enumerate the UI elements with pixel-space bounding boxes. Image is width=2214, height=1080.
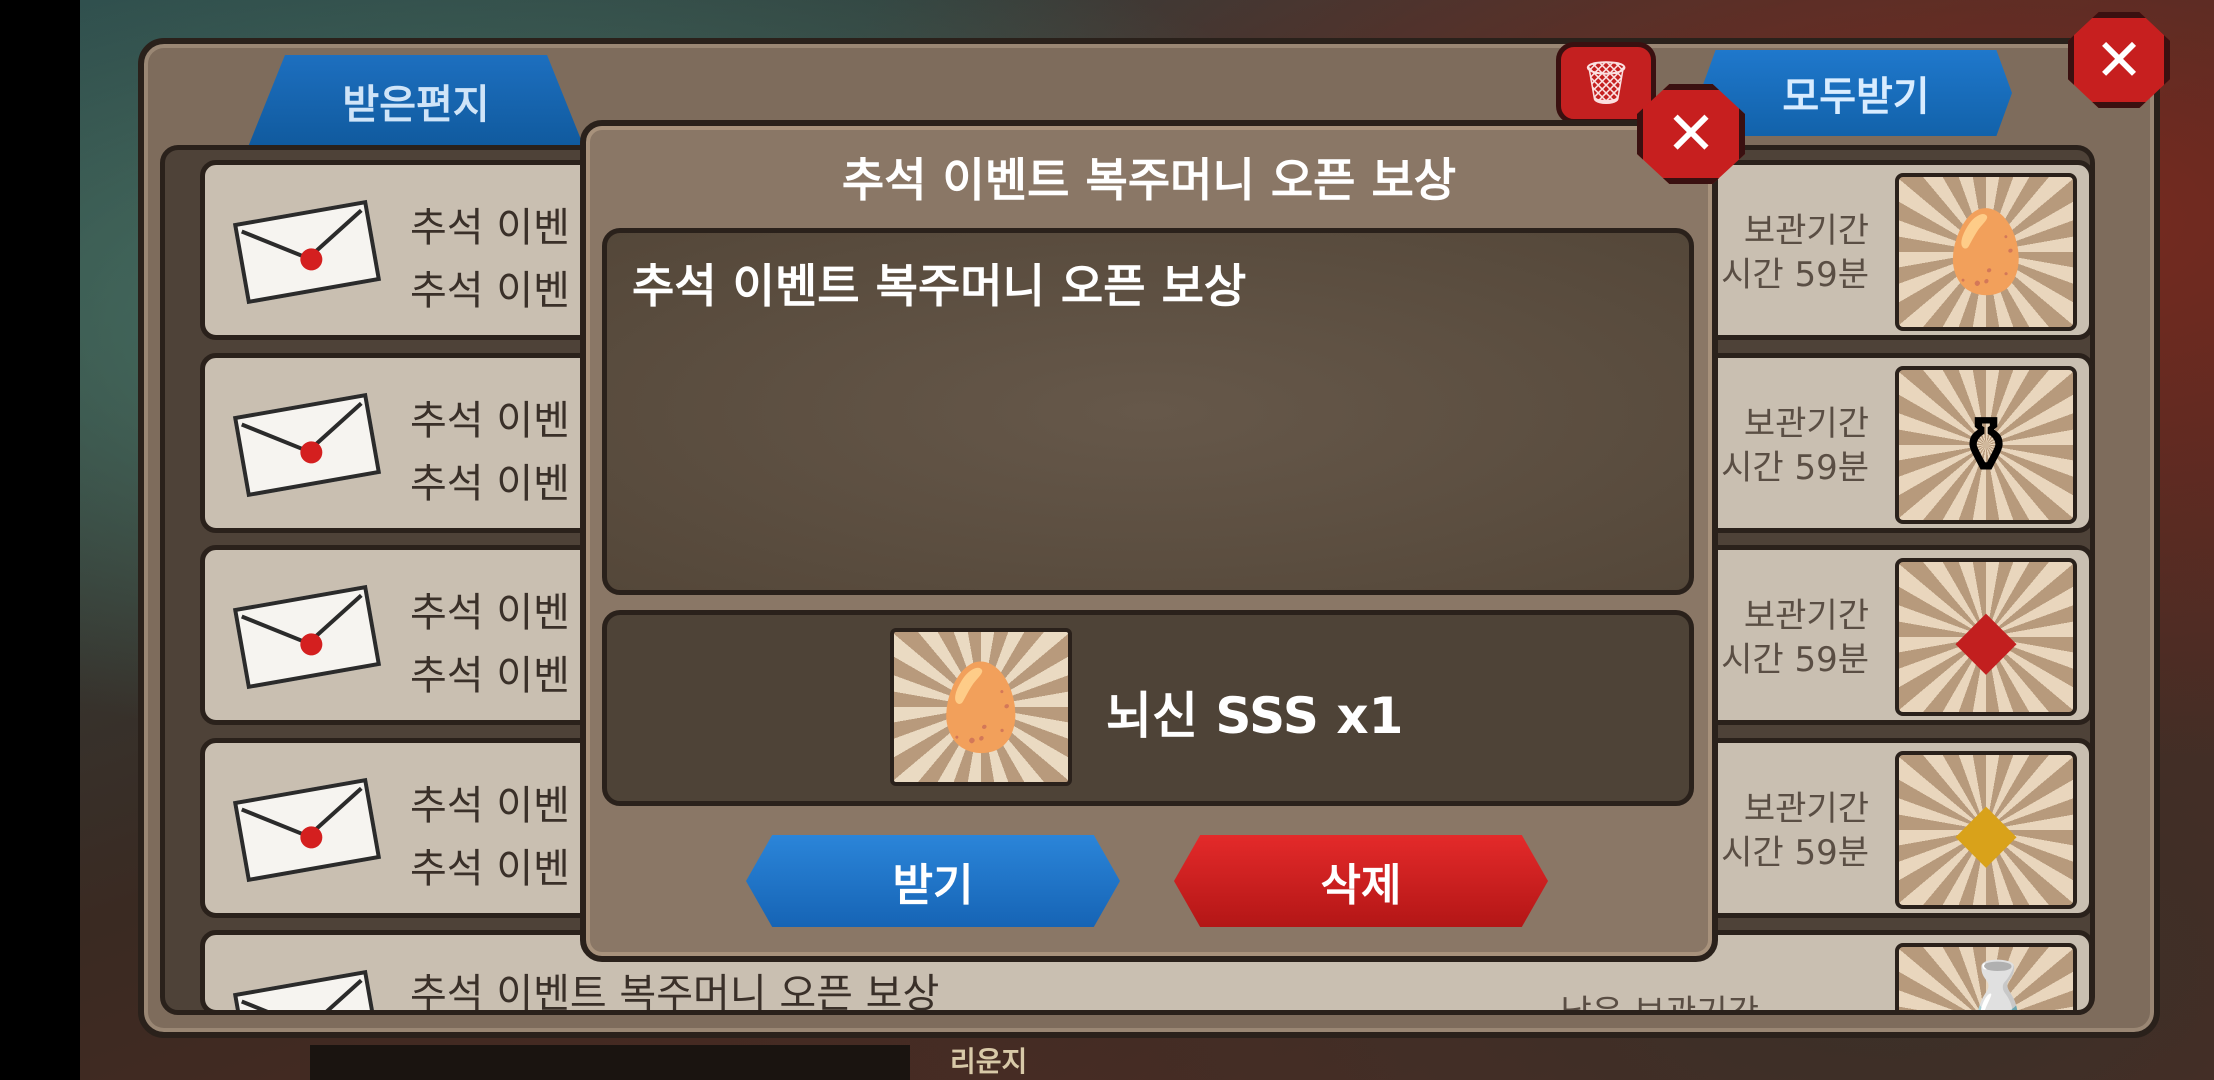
bottom-label: 리운지 (950, 1045, 1028, 1078)
accept-button[interactable]: 받기 (746, 835, 1120, 927)
mail-expire-label: 남은 보관기간 (1560, 993, 1760, 1015)
mail-expire-label: 보관기간 (1743, 211, 1869, 251)
letterbox-left (0, 0, 80, 1080)
mail-title: 추석 이벤 (410, 205, 570, 251)
mailbox-close-button[interactable]: ✕ (2068, 12, 2170, 108)
mail-subtitle: 추석 이벤 (410, 653, 570, 699)
trash-icon: 🗑 (1579, 58, 1633, 107)
bottom-bar (310, 1045, 910, 1080)
message-text: 추석 이벤트 복주머니 오픈 보상 (632, 259, 1247, 313)
mail-title: 추석 이벤 (410, 590, 570, 636)
mail-title: 추석 이벤 (410, 398, 570, 444)
envelope-icon (232, 777, 382, 883)
receive-all-button[interactable]: 모두받기 (1700, 50, 2012, 136)
envelope-icon (232, 584, 382, 690)
mail-title: 추석 이벤트 복주머니 오픈 보상 (410, 971, 940, 1015)
mail-subtitle: 추석 이벤 (410, 846, 570, 892)
mail-expire-label: 보관기간 (1743, 596, 1869, 636)
egg-cloud-icon: 🥚 (890, 628, 1072, 786)
reward-text: 뇌신 SSS x1 (1106, 687, 1404, 745)
close-icon: ✕ (2094, 26, 2144, 94)
egg-cloud-icon: 🥚 (1895, 173, 2077, 331)
potion-vase-icon: ⚱ (1895, 366, 2077, 524)
mail-subtitle: 추석 이벤 (410, 461, 570, 507)
mail-expire-time: 시간 59분 (1721, 448, 1869, 488)
mail-expire-label: 보관기간 (1743, 789, 1869, 829)
mail-expire-label: 보관기간 (1743, 404, 1869, 444)
red-emblem-icon: ◆ (1895, 558, 2077, 716)
mail-expire-time: 시간 59분 (1721, 640, 1869, 680)
dialog-title: 추석 이벤트 복주머니 오픈 보상 (841, 153, 1457, 207)
mail-expire-time: 시간 59분 (1721, 255, 1869, 295)
tab-received-mail[interactable]: 받은편지 (248, 55, 584, 147)
envelope-icon (232, 969, 382, 1010)
close-icon: ✕ (1665, 99, 1717, 169)
mail-subtitle: 추석 이벤 (410, 268, 570, 314)
envelope-icon (232, 392, 382, 498)
delete-button[interactable]: 삭제 (1174, 835, 1548, 927)
envelope-icon (232, 199, 382, 305)
mail-title: 추석 이벤 (410, 783, 570, 829)
mail-expire-time: 시간 59분 (1721, 833, 1869, 873)
bottle-icon: 🍶 (1895, 943, 2077, 1010)
gold-emblem-icon: ◆ (1895, 751, 2077, 909)
